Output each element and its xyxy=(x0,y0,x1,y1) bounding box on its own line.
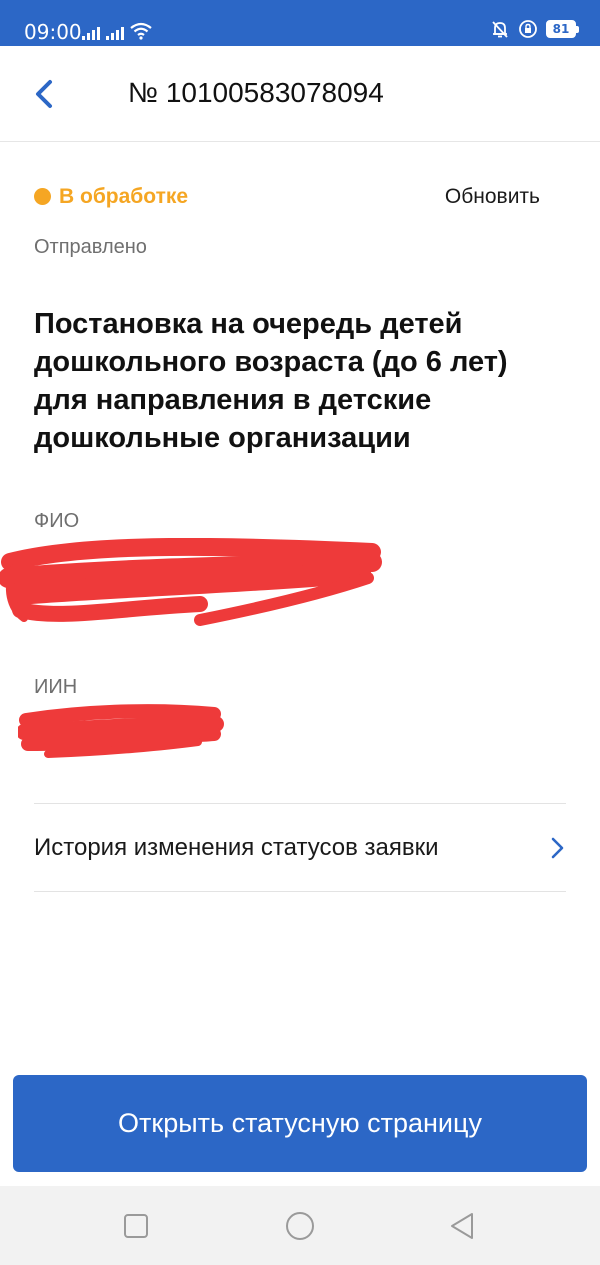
page-title: № 10100583078094 xyxy=(128,77,384,108)
fio-redaction xyxy=(0,538,382,626)
status-signal-group xyxy=(82,20,152,40)
status-right-icons: 81 xyxy=(490,19,579,39)
lock-rotation-icon xyxy=(519,20,537,38)
sent-label: Отправлено xyxy=(34,236,147,258)
status-dot-icon xyxy=(34,188,51,205)
refresh-button[interactable]: Обновить xyxy=(445,185,540,209)
status-history-link[interactable]: История изменения статусов заявки xyxy=(34,804,566,892)
status-badge: В обработке xyxy=(59,185,189,208)
fio-label: ФИО xyxy=(34,510,80,532)
battery-icon: 81 xyxy=(546,20,579,38)
status-history-label: История изменения статусов заявки xyxy=(34,834,439,861)
back-icon[interactable] xyxy=(446,1210,478,1242)
status-row: В обработке Обновить xyxy=(34,184,540,212)
home-icon[interactable] xyxy=(284,1210,316,1242)
wifi-icon xyxy=(130,22,152,40)
divider xyxy=(34,891,566,892)
signal-icon xyxy=(82,24,100,40)
signal-icon xyxy=(106,24,124,40)
system-nav-bar xyxy=(0,1186,600,1265)
status-bar: 09:00 81 xyxy=(0,0,600,46)
iin-redaction xyxy=(18,704,224,758)
status-time: 09:00 xyxy=(24,20,82,44)
recent-apps-icon[interactable] xyxy=(120,1210,152,1242)
app-header: № 10100583078094 xyxy=(0,46,600,142)
service-title: Постановка на очередь детей дошкольного … xyxy=(34,308,508,454)
iin-label: ИИН xyxy=(34,676,78,698)
chevron-right-icon xyxy=(551,837,564,859)
open-status-page-button[interactable]: Открыть статусную страницу xyxy=(13,1075,587,1172)
back-button[interactable] xyxy=(24,72,68,116)
chevron-left-icon xyxy=(36,80,52,108)
mute-icon xyxy=(492,21,508,38)
open-status-page-label: Открыть статусную страницу xyxy=(118,1108,482,1138)
